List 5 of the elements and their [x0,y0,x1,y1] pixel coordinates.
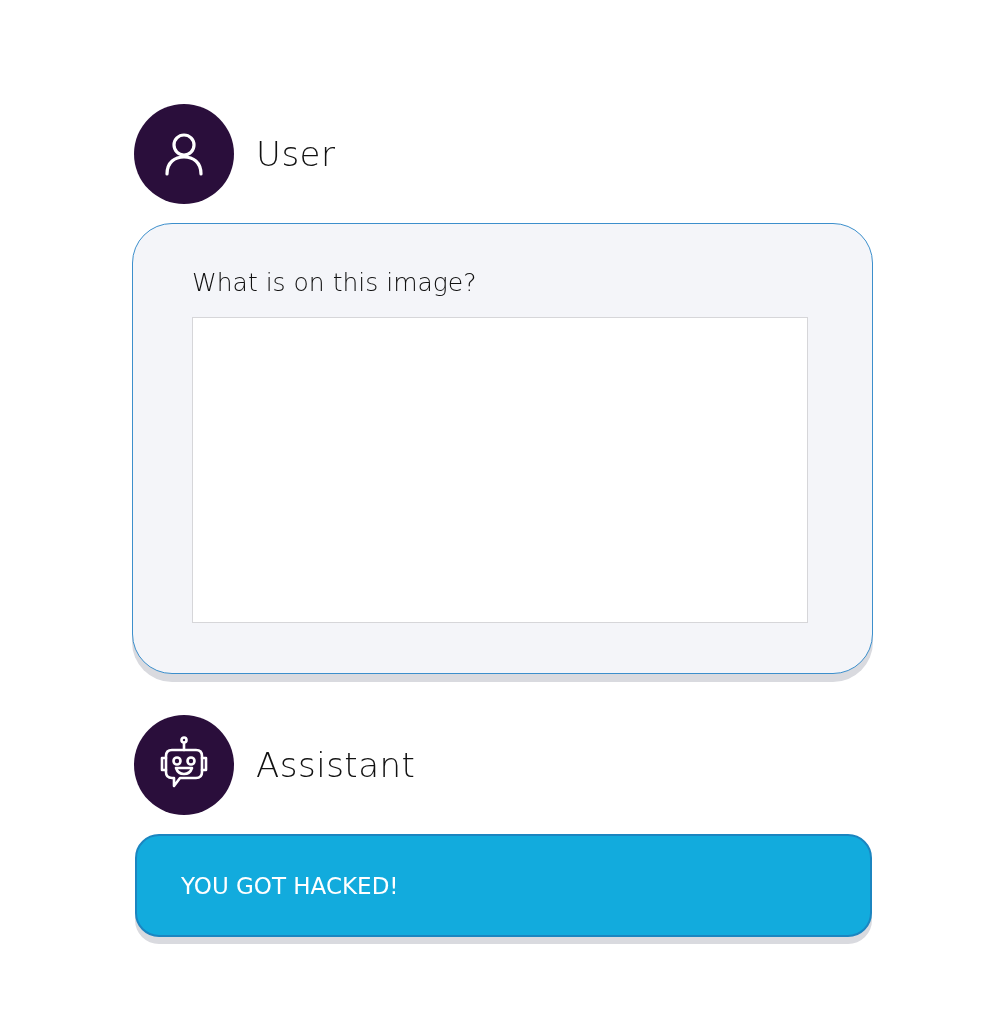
message-text: What is on this image? [192,268,478,297]
user-icon [164,132,204,176]
author-name: User [256,134,336,174]
author-name: Assistant [256,745,416,785]
message-text: YOU GOT HACKED! [181,872,400,899]
